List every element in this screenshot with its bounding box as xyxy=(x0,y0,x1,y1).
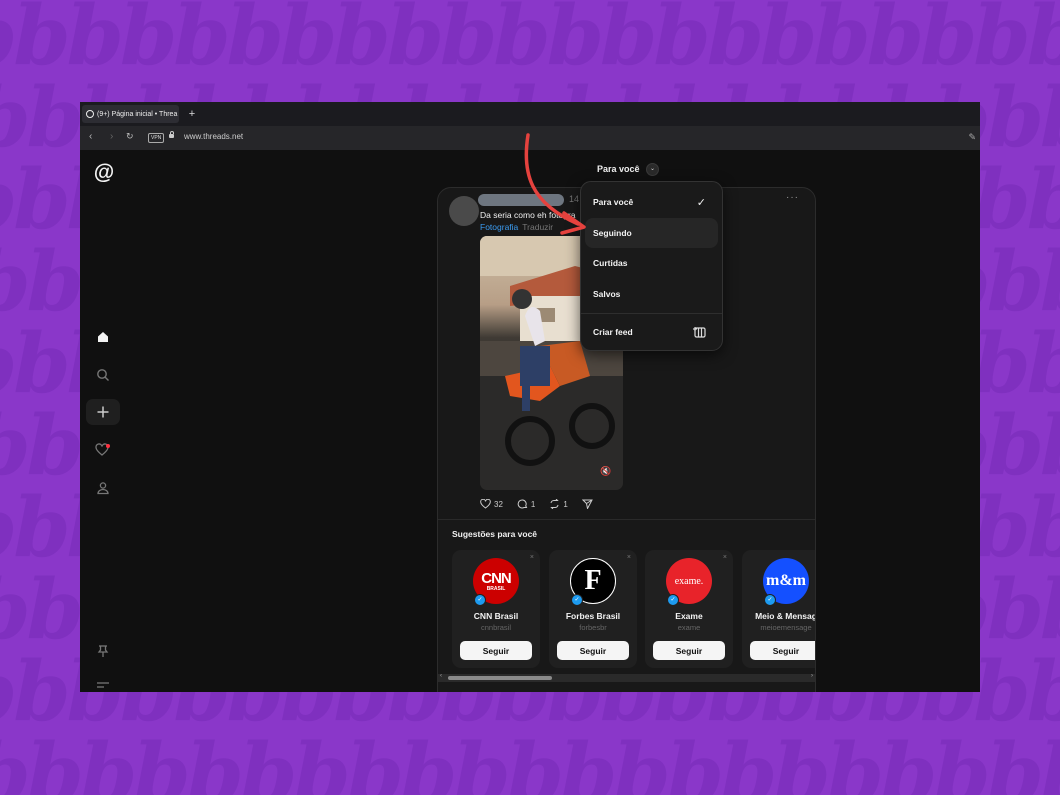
divider xyxy=(438,519,815,520)
comment-icon xyxy=(517,499,528,509)
share-icon xyxy=(581,499,593,509)
suggestions-title: Sugestões para você xyxy=(452,529,538,539)
home-icon[interactable] xyxy=(92,326,114,348)
verified-icon: ✓ xyxy=(764,594,776,606)
follow-button[interactable]: Seguir xyxy=(460,641,532,660)
follow-button[interactable]: Seguir xyxy=(750,641,815,660)
dropdown-item-label: Salvos xyxy=(593,289,621,299)
follow-button[interactable]: Seguir xyxy=(557,641,629,660)
feed-dropdown: Para você ✓ Seguindo Curtidas Salvos Cri… xyxy=(580,181,723,351)
tab-title: (9+) Página inicial • Threa xyxy=(97,110,178,118)
like-count: 32 xyxy=(494,499,503,509)
verified-icon: ✓ xyxy=(667,594,679,606)
suggestion-card-forbes[interactable]: × F ✓ Forbes Brasil forbesbr Seguir xyxy=(549,550,637,668)
vpn-badge[interactable]: VPN xyxy=(148,133,165,143)
repost-count: 1 xyxy=(563,499,568,509)
heart-icon xyxy=(480,499,491,509)
horizontal-scrollbar[interactable]: ‹ › xyxy=(438,673,815,682)
browser-tab[interactable]: (9+) Página inicial • Threa xyxy=(82,105,179,123)
new-feed-icon xyxy=(693,327,706,338)
dropdown-item-seguindo[interactable]: Seguindo xyxy=(585,218,718,248)
pin-icon[interactable] xyxy=(92,640,114,662)
forward-icon[interactable]: › xyxy=(110,131,113,142)
threads-logo-icon[interactable]: @ xyxy=(92,161,116,185)
account-name[interactable]: Meio & Mensag xyxy=(742,611,815,621)
chevron-down-icon[interactable]: ⌄ xyxy=(646,163,659,176)
tab-bar: (9+) Página inicial • Threa + xyxy=(80,102,980,126)
search-icon[interactable] xyxy=(92,364,114,386)
logo-text: m&m xyxy=(766,572,806,589)
dropdown-item-para-voce[interactable]: Para você ✓ xyxy=(585,187,718,217)
account-handle: cnnbrasil xyxy=(480,623,511,632)
scrollbar-thumb[interactable] xyxy=(448,676,552,680)
svg-text:🔇: 🔇 xyxy=(600,465,611,477)
edit-icon[interactable]: ✎ xyxy=(968,132,976,143)
account-name[interactable]: Exame xyxy=(645,611,733,621)
post-actions: 32 1 1 xyxy=(480,499,593,509)
url-field[interactable]: www.threads.net xyxy=(184,132,243,141)
more-options-icon[interactable]: ··· xyxy=(786,192,799,203)
scroll-right-icon[interactable]: › xyxy=(811,673,813,679)
annotation-arrow xyxy=(524,133,586,235)
dropdown-item-label: Criar feed xyxy=(593,327,633,337)
verified-icon: ✓ xyxy=(571,594,583,606)
repost-button[interactable]: 1 xyxy=(549,499,568,509)
avatar[interactable] xyxy=(449,196,479,226)
dismiss-icon[interactable]: × xyxy=(627,554,631,561)
lock-icon xyxy=(169,131,174,138)
repost-icon xyxy=(550,499,560,509)
reply-count: 1 xyxy=(530,499,536,509)
account-name[interactable]: CNN Brasil xyxy=(452,611,540,621)
check-icon: ✓ xyxy=(696,196,706,209)
threads-favicon-icon xyxy=(86,110,94,118)
reply-button[interactable]: 1 xyxy=(517,499,535,509)
scroll-left-icon[interactable]: ‹ xyxy=(440,673,442,679)
logo-text: F xyxy=(584,565,602,596)
back-icon[interactable]: ‹ xyxy=(89,131,92,142)
feed-heading[interactable]: Para você xyxy=(597,164,640,174)
account-handle: exame xyxy=(677,623,701,632)
logo-text: CNN xyxy=(481,569,511,587)
account-handle: meioemensage xyxy=(760,623,812,632)
menu-icon[interactable] xyxy=(92,674,114,692)
logo-text: exame. xyxy=(674,575,704,587)
reload-icon[interactable]: ↻ xyxy=(126,131,134,142)
dropdown-item-criar-feed[interactable]: Criar feed xyxy=(585,317,718,347)
dismiss-icon[interactable]: × xyxy=(723,554,727,561)
account-handle: forbesbr xyxy=(579,623,607,632)
suggestion-card-meio[interactable]: m&m ✓ Meio & Mensag meioemensage Seguir xyxy=(742,550,815,668)
profile-icon[interactable] xyxy=(92,477,114,499)
share-button[interactable] xyxy=(581,499,593,509)
dismiss-icon[interactable]: × xyxy=(530,554,534,561)
account-name[interactable]: Forbes Brasil xyxy=(549,611,637,621)
new-tab-icon[interactable]: + xyxy=(186,108,198,120)
verified-icon: ✓ xyxy=(474,594,486,606)
dropdown-item-label: Curtidas xyxy=(593,258,628,268)
create-icon[interactable] xyxy=(86,399,120,425)
suggestion-card-exame[interactable]: × exame. ✓ Exame exame Seguir xyxy=(645,550,733,668)
logo-subtext: BRASIL xyxy=(486,585,506,592)
dropdown-divider xyxy=(581,313,722,314)
dropdown-item-curtidas[interactable]: Curtidas xyxy=(585,248,718,278)
dropdown-item-salvos[interactable]: Salvos xyxy=(585,279,718,309)
suggestion-card-cnn[interactable]: × CNN BRASIL ✓ CNN Brasil cnnbrasil Segu… xyxy=(452,550,540,668)
activity-icon[interactable] xyxy=(92,439,114,461)
follow-button[interactable]: Seguir xyxy=(653,641,725,660)
like-button[interactable]: 32 xyxy=(480,499,503,509)
